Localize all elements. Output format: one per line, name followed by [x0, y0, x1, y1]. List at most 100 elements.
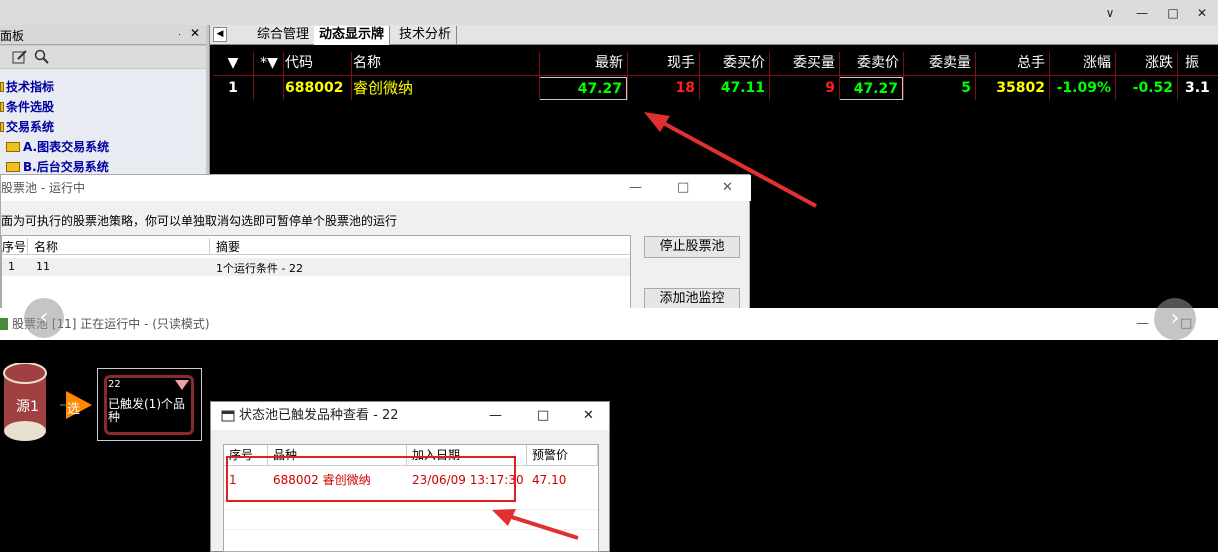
pool-row-no: 1: [8, 260, 15, 273]
panel-close-icon[interactable]: ✕: [190, 26, 200, 40]
grid-header-name[interactable]: 名称: [351, 52, 539, 75]
prev-arrow-icon[interactable]: ‹: [24, 298, 64, 338]
grid-header-now-vol[interactable]: 现手: [627, 52, 699, 75]
tab-scroll-left-icon[interactable]: ◀: [213, 27, 227, 42]
state-row-price: 47.10: [532, 473, 567, 487]
grid-divider: [903, 52, 904, 100]
grid-divider: [699, 52, 700, 100]
condition-node[interactable]: 22 已触发(1)个品种: [104, 375, 194, 435]
row-now-vol: 18: [675, 80, 695, 96]
tree-label: 技术指标: [6, 80, 55, 94]
row-ask: 47.27: [839, 77, 903, 100]
grid-header-bid[interactable]: 委买价: [699, 52, 769, 75]
tab-tech-analysis[interactable]: 技术分析: [394, 26, 458, 45]
grid-header-ask-vol[interactable]: 委卖量: [903, 52, 975, 75]
pool-title: 股票池 - 运行中: [1, 181, 85, 195]
pool-table: 序号 名称 摘要 1 11 1个运行条件 - 22: [1, 235, 631, 315]
stock-pool-window: 股票池 - 运行中 — □ ✕ 面为可执行的股票池策略，你可以单独取消勾选即可暂…: [0, 174, 751, 315]
condition-node-id: 22: [108, 379, 121, 390]
tab-dynamic-board[interactable]: 动态显示牌: [314, 26, 391, 45]
pool-header-no[interactable]: 序号: [2, 238, 28, 255]
editor-minimize-button[interactable]: —: [1136, 308, 1149, 340]
left-panel-header: 面板 ᆞ ✕: [0, 25, 206, 45]
state-restore-button[interactable]: □: [537, 402, 549, 430]
pool-row-name: 11: [36, 260, 50, 273]
row-index: 1: [228, 80, 238, 96]
grid-divider: [1177, 52, 1178, 100]
tree-item-tech-indicator[interactable]: 技术指标: [0, 77, 54, 97]
grid-divider: [351, 52, 352, 100]
row-amp: 3.1: [1185, 80, 1210, 96]
grid-divider: [283, 52, 284, 100]
condition-node-text: 已触发(1)个品种: [108, 397, 185, 424]
tree-label: 条件选股: [6, 100, 55, 114]
tree-item-condition-select[interactable]: 条件选股: [0, 97, 54, 117]
folder-icon: [6, 142, 20, 152]
close-button[interactable]: ✕: [1186, 0, 1218, 25]
chevron-down-icon[interactable]: ∨: [1094, 0, 1126, 25]
app-title-bar: ∨ — □ ✕: [0, 0, 1218, 25]
grid-header-change[interactable]: 涨跌: [1115, 52, 1177, 75]
grid-divider: [769, 52, 770, 100]
table-row[interactable]: [2, 258, 630, 276]
state-minimize-button[interactable]: —: [489, 402, 502, 430]
row-name: 睿创微纳: [353, 79, 414, 97]
edit-icon[interactable]: [12, 49, 28, 65]
grid-header-ask[interactable]: 委卖价: [839, 52, 903, 75]
annotation-arrow-icon: [644, 112, 817, 208]
grid-header-total[interactable]: 总手: [975, 52, 1049, 75]
left-panel: 面板 ᆞ ✕ 技术指标 条件选股 交易系统 A.图表交易系统 B.后台交易系统: [0, 25, 210, 175]
grid-header-bid-vol[interactable]: 委买量: [769, 52, 839, 75]
grid-header-code[interactable]: 代码: [283, 52, 351, 75]
pin-icon[interactable]: ᆞ: [174, 26, 185, 43]
restore-button[interactable]: □: [1157, 0, 1189, 25]
tree-label: A.图表交易系统: [23, 140, 110, 154]
grid-divider: [975, 52, 976, 100]
grid-divider: [253, 52, 254, 100]
row-total: 35802: [996, 80, 1045, 96]
tree-item-trade-system[interactable]: 交易系统: [0, 117, 54, 137]
grid-header-change-pct[interactable]: 涨幅: [1049, 52, 1115, 75]
quote-grid: ▼ *▼ 代码 名称 最新 现手 委买价 委买量 委卖价 委卖量 总手 涨幅 涨…: [213, 52, 1218, 100]
row-bid: 47.11: [720, 80, 765, 96]
grid-divider: [839, 52, 840, 100]
left-panel-title: 面板: [0, 29, 25, 43]
grid-divider: [539, 52, 540, 100]
grid-header-latest[interactable]: 最新: [539, 52, 627, 75]
pool-description: 面为可执行的股票池策略，你可以单独取消勾选即可暂停单个股票池的运行: [1, 214, 398, 228]
state-close-button[interactable]: ✕: [583, 402, 594, 430]
next-arrow-icon[interactable]: ›: [1154, 298, 1196, 340]
minimize-button[interactable]: —: [1126, 0, 1158, 25]
left-panel-toolbar: [0, 46, 206, 68]
choose-node-label: 选: [67, 402, 81, 417]
state-header-price[interactable]: 预警价: [527, 445, 598, 466]
row-bid-vol: 9: [825, 80, 835, 96]
tab-general[interactable]: 综合管理: [252, 26, 316, 45]
tree-item-chart-trade[interactable]: A.图表交易系统: [6, 137, 109, 157]
folder-icon: [6, 162, 20, 172]
state-title-bar: 状态池已触发品种查看 - 22 — □ ✕: [211, 402, 609, 430]
pool-header-summary[interactable]: 摘要: [216, 238, 240, 255]
tab-bar: ◀ 综合管理 动态显示牌 技术分析: [210, 25, 1218, 45]
row-change-pct: -1.09%: [1056, 80, 1111, 96]
row-ask-vol: 5: [961, 80, 971, 96]
pool-row-summary: 1个运行条件 - 22: [216, 262, 303, 275]
pool-header-name[interactable]: 名称: [34, 238, 210, 255]
row-change: -0.52: [1132, 80, 1173, 96]
stop-pool-button[interactable]: 停止股票池: [644, 236, 740, 258]
annotation-arrow-icon: [492, 509, 579, 540]
app-icon: [0, 318, 8, 330]
grid-header-sort[interactable]: ▼: [213, 52, 253, 75]
tree-label: B.后台交易系统: [23, 160, 109, 174]
state-title: 状态池已触发品种查看 - 22: [239, 408, 399, 423]
grid-header-star[interactable]: *▼: [255, 52, 283, 75]
dropdown-icon[interactable]: [175, 380, 189, 390]
window-icon: [221, 410, 235, 422]
search-icon[interactable]: [34, 49, 50, 65]
tree-label: 交易系统: [6, 120, 55, 134]
grid-header-amp[interactable]: 振: [1177, 52, 1218, 75]
add-monitor-button[interactable]: 添加池监控: [644, 288, 740, 310]
highlight-box: [226, 456, 516, 502]
pool-title-bar: 股票池 - 运行中 — □ ✕: [1, 175, 751, 201]
grid-divider: [1049, 52, 1050, 100]
